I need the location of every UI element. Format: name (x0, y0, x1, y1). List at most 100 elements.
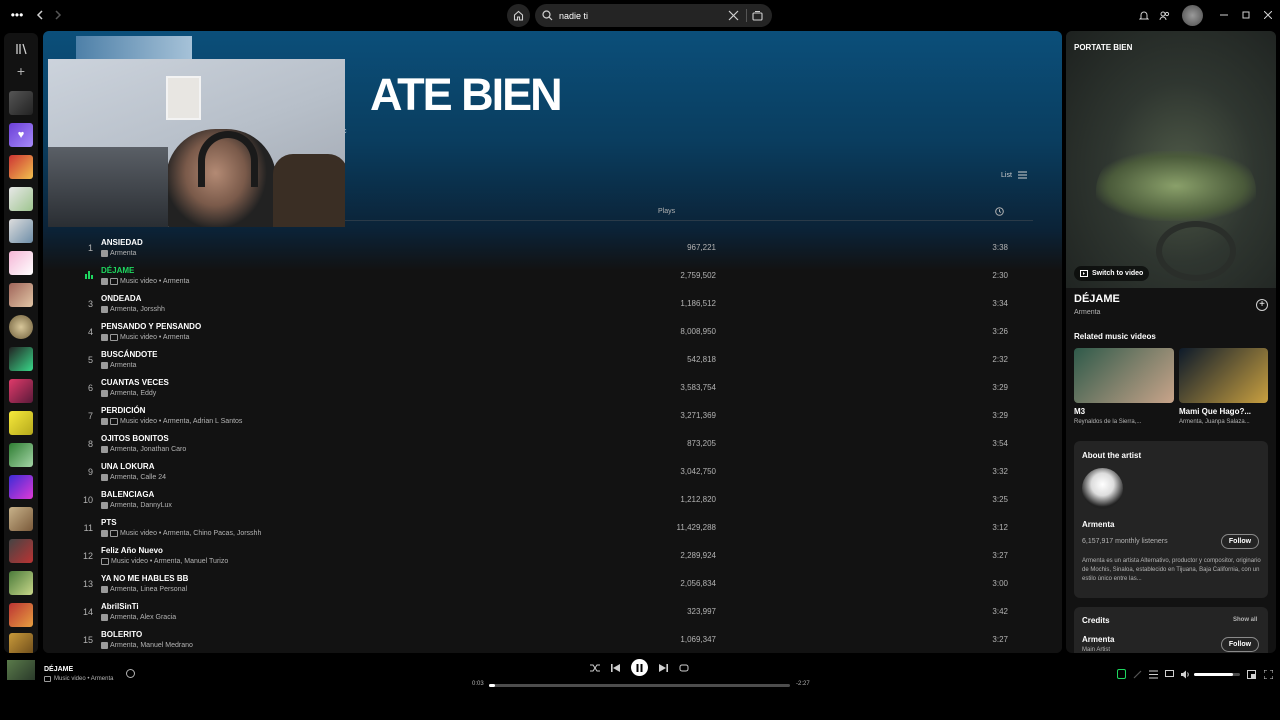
song-artist[interactable]: Armenta (1074, 309, 1100, 316)
maximize-icon[interactable] (1240, 9, 1252, 21)
library-item[interactable] (9, 347, 33, 371)
add-plus-icon[interactable]: + (1256, 299, 1268, 311)
track-artists[interactable]: Armenta (110, 250, 136, 257)
track-row[interactable]: 7 PERDICIÓN Music video • Armenta, Adrian … (83, 403, 1043, 431)
player-track-title[interactable]: DÉJAME (44, 666, 73, 673)
track-title[interactable]: YA NO ME HABLES BB (101, 574, 188, 583)
track-title[interactable]: Feliz Año Nuevo (101, 546, 163, 555)
credit-follow-button[interactable]: Follow (1221, 637, 1259, 652)
show-all-link[interactable]: Show all (1233, 617, 1257, 623)
track-title[interactable]: BUSCÁNDOTE (101, 350, 157, 359)
track-artists[interactable]: Music video • Armenta (120, 334, 189, 341)
search-bar[interactable] (535, 4, 772, 27)
track-title[interactable]: BALENCIAGA (101, 490, 154, 499)
library-item[interactable] (9, 283, 33, 307)
create-plus-icon[interactable]: + (14, 63, 28, 79)
related-video-title[interactable]: M3 (1074, 407, 1085, 416)
track-artists[interactable]: Armenta, Jorsshh (110, 306, 165, 313)
switch-to-video-button[interactable]: Switch to video (1074, 266, 1150, 281)
home-button[interactable] (507, 4, 530, 27)
follow-button[interactable]: Follow (1221, 534, 1259, 549)
track-row[interactable]: 4 PENSANDO Y PENSANDO Music video • Arment… (83, 319, 1043, 347)
song-title[interactable]: DÉJAME (1074, 293, 1120, 305)
library-item[interactable] (9, 315, 33, 339)
track-artists[interactable]: Armenta (110, 362, 136, 369)
track-artists[interactable]: Music video • Armenta, Chino Pacas, Jors… (120, 530, 261, 537)
volume-slider[interactable] (1194, 673, 1240, 676)
library-item[interactable] (9, 603, 33, 627)
track-artists[interactable]: Armenta, DannyLux (110, 502, 172, 509)
mini-player-icon[interactable] (1247, 670, 1256, 679)
credit-name[interactable]: Armenta (1082, 635, 1114, 644)
artist-name[interactable]: Armenta (1082, 520, 1114, 529)
track-row[interactable]: 13 YA NO ME HABLES BB Armenta, Linea Perso… (83, 571, 1043, 599)
track-title[interactable]: CUANTAS VECES (101, 378, 169, 387)
connect-device-icon[interactable] (1165, 670, 1174, 679)
repeat-icon[interactable] (679, 663, 689, 673)
track-row[interactable]: DÉJAME Music video • Armenta 2,759,502 2:30 (83, 263, 1043, 291)
track-title[interactable]: ANSIEDAD (101, 238, 143, 247)
fullscreen-icon[interactable] (1264, 670, 1273, 679)
library-item[interactable] (9, 571, 33, 595)
forward-arrow-icon[interactable] (51, 8, 65, 22)
track-title[interactable]: PERDICIÓN (101, 406, 145, 415)
track-row[interactable]: 5 BUSCÁNDOTE Armenta 542,818 2:32 (83, 347, 1043, 375)
track-title[interactable]: BOLERITO (101, 630, 142, 639)
track-row[interactable]: 12 Feliz Año Nuevo Music video • Armenta, … (83, 543, 1043, 571)
lyrics-icon[interactable] (1133, 670, 1142, 679)
previous-icon[interactable] (611, 663, 620, 673)
artist-avatar[interactable] (1082, 468, 1123, 509)
track-row[interactable]: 8 OJITOS BONITOS Armenta, Jonathan Caro 873… (83, 431, 1043, 459)
library-item[interactable] (9, 251, 33, 275)
track-title[interactable]: ONDEADA (101, 294, 141, 303)
menu-dots-icon[interactable]: ••• (8, 8, 26, 22)
track-row[interactable]: 11 PTS Music video • Armenta, Chino Pacas,… (83, 515, 1043, 543)
library-item[interactable] (9, 443, 33, 467)
liked-songs-item[interactable]: ♥ (9, 123, 33, 147)
track-title[interactable]: AbrilSinTi (101, 602, 139, 611)
library-item[interactable] (9, 507, 33, 531)
track-row[interactable]: 6 CUANTAS VECES Armenta, Eddy 3,583,754 3:29 (83, 375, 1043, 403)
track-artists[interactable]: Armenta, Calle 24 (110, 474, 166, 481)
progress-bar[interactable] (489, 684, 790, 687)
track-title[interactable]: DÉJAME (101, 266, 134, 275)
track-artists[interactable]: Music video • Armenta (120, 278, 189, 285)
now-playing-thumb[interactable] (7, 660, 35, 680)
library-icon[interactable] (14, 42, 28, 56)
browse-icon[interactable] (752, 10, 763, 21)
library-item[interactable] (9, 475, 33, 499)
track-row[interactable]: 14 AbrilSinTi Armenta, Alex Gracia 323,997 3… (83, 599, 1043, 627)
track-row[interactable]: 15 BOLERITO Armenta, Manuel Medrano 1,069,3… (83, 627, 1043, 653)
track-artists[interactable]: Music video • Armenta, Adrian L Santos (120, 418, 242, 425)
close-window-icon[interactable] (1262, 9, 1274, 21)
related-video-card[interactable] (1179, 348, 1268, 403)
library-item[interactable] (9, 379, 33, 403)
next-icon[interactable] (659, 663, 668, 673)
notifications-icon[interactable] (1138, 9, 1150, 21)
friend-activity-icon[interactable] (1158, 9, 1170, 21)
track-row[interactable]: 1 ANSIEDAD Armenta 967,221 3:38 (83, 235, 1043, 263)
library-item[interactable] (9, 411, 33, 435)
play-pause-button[interactable] (631, 659, 648, 676)
track-title[interactable]: UNA LOKURA (101, 462, 154, 471)
shuffle-icon[interactable] (590, 663, 600, 673)
track-title[interactable]: PENSANDO Y PENSANDO (101, 322, 201, 331)
library-item[interactable] (9, 633, 33, 653)
clear-search-icon[interactable] (728, 10, 739, 21)
track-row[interactable]: 10 BALENCIAGA Armenta, DannyLux 1,212,820 3:… (83, 487, 1043, 515)
library-item[interactable] (9, 187, 33, 211)
track-row[interactable]: 3 ONDEADA Armenta, Jorsshh 1,186,512 3:34 (83, 291, 1043, 319)
volume-icon[interactable] (1181, 670, 1190, 679)
track-title[interactable]: OJITOS BONITOS (101, 434, 169, 443)
search-input[interactable] (559, 8, 729, 23)
track-title[interactable]: PTS (101, 518, 117, 527)
list-view-button[interactable]: List (1001, 171, 1027, 179)
track-artists[interactable]: Armenta, Alex Gracia (110, 614, 176, 621)
library-item[interactable] (9, 219, 33, 243)
queue-icon[interactable] (1149, 670, 1158, 679)
library-item[interactable] (9, 539, 33, 563)
avatar[interactable] (1182, 5, 1203, 26)
add-to-library-icon[interactable] (126, 669, 135, 678)
track-artists[interactable]: Armenta, Linea Personal (110, 586, 187, 593)
now-playing-view-icon[interactable] (1117, 669, 1126, 679)
